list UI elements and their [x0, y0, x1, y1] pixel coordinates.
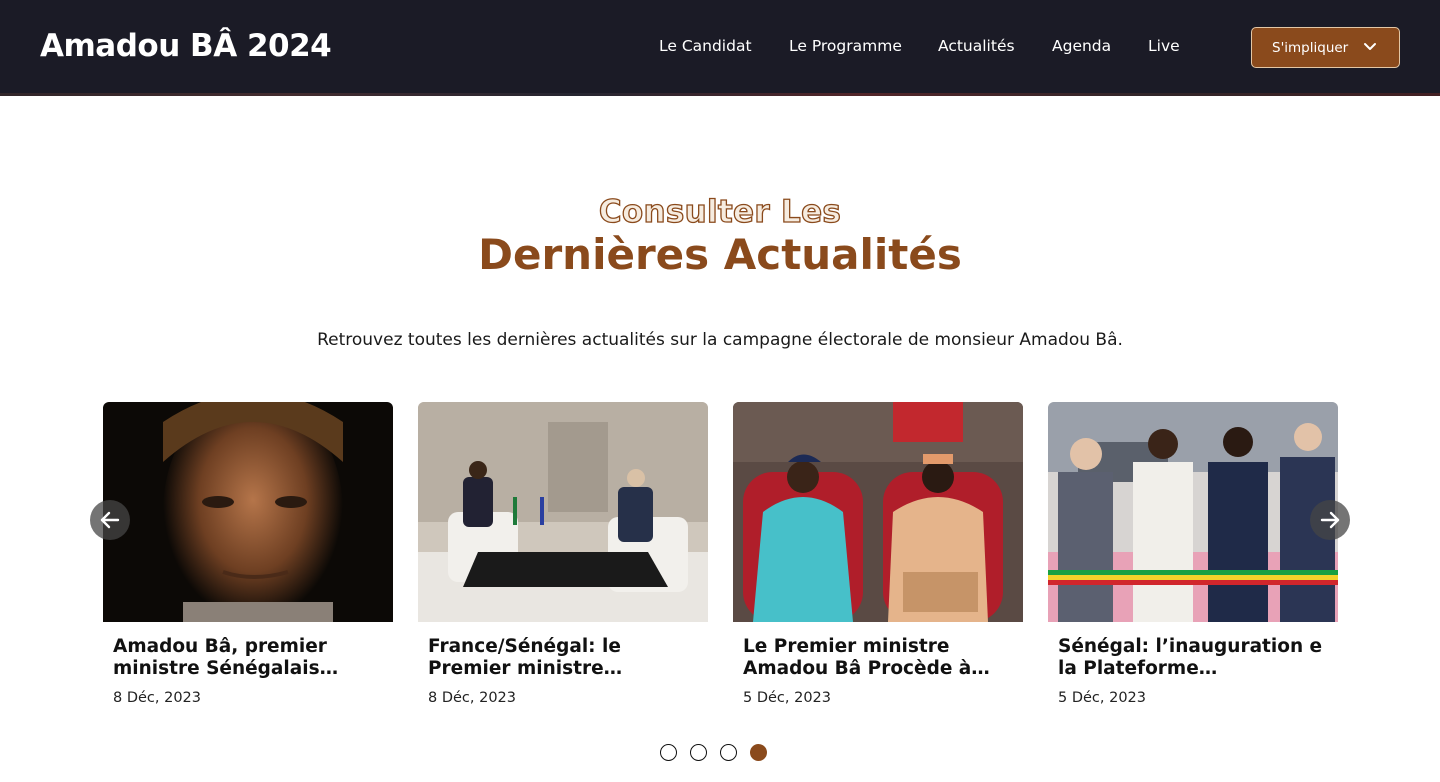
nav-link-agenda[interactable]: Agenda	[1052, 37, 1111, 55]
carousel-pagination	[660, 744, 780, 761]
news-card-image[interactable]	[1048, 402, 1338, 622]
section-lead: Retrouvez toutes les dernières actualité…	[317, 330, 1123, 350]
news-card-image[interactable]	[733, 402, 1023, 622]
news-card[interactable]: Amadou Bâ, premier ministre Sénégalais r…	[103, 402, 393, 706]
carousel-dot[interactable]	[660, 744, 677, 761]
arrow-right-icon	[1320, 511, 1340, 529]
carousel-dot[interactable]	[690, 744, 707, 761]
carousel-dot[interactable]	[750, 744, 767, 761]
main-nav: Le Candidat Le Programme Actualités Agen…	[0, 37, 1440, 59]
carousel-next-button[interactable]	[1310, 500, 1350, 540]
news-card-date: 5 Déc, 2023	[1058, 690, 1147, 706]
nav-link-live[interactable]: Live	[1148, 37, 1180, 55]
section-title: Dernières Actualités	[478, 230, 962, 279]
news-card-image[interactable]	[103, 402, 393, 622]
news-card-title[interactable]: Sénégal: l’inauguration e la Plateforme …	[1058, 636, 1328, 680]
news-card-title[interactable]: Le Premier ministre Amadou Bâ Procède à…	[743, 636, 1013, 680]
carousel-dot[interactable]	[720, 744, 737, 761]
nav-link-programme[interactable]: Le Programme	[789, 37, 902, 55]
simpliquer-dropdown-button[interactable]: S'impliquer	[1251, 27, 1400, 68]
news-card-title[interactable]: France/Sénégal: le Premier ministre Amad…	[428, 636, 698, 680]
simpliquer-label: S'impliquer	[1272, 39, 1349, 56]
news-card-image[interactable]	[418, 402, 708, 622]
section-eyebrow: Consulter Les	[598, 193, 842, 230]
site-header: Amadou BÂ 2024 Le Candidat Le Programme …	[0, 0, 1440, 96]
news-card-date: 8 Déc, 2023	[113, 690, 202, 706]
nav-link-candidat[interactable]: Le Candidat	[659, 37, 752, 55]
news-card[interactable]: Sénégal: l’inauguration e la Plateforme …	[1048, 402, 1338, 706]
header-decorative-stripe	[0, 93, 1440, 96]
carousel-prev-button[interactable]	[90, 500, 130, 540]
arrow-left-icon	[100, 511, 120, 529]
nav-link-actualites[interactable]: Actualités	[938, 37, 1015, 55]
news-card-title[interactable]: Amadou Bâ, premier ministre Sénégalais r…	[113, 636, 383, 680]
chevron-down-icon	[1364, 43, 1376, 50]
news-card-date: 8 Déc, 2023	[428, 690, 517, 706]
news-card[interactable]: France/Sénégal: le Premier ministre Amad…	[418, 402, 708, 706]
news-card-date: 5 Déc, 2023	[743, 690, 832, 706]
news-card[interactable]: Le Premier ministre Amadou Bâ Procède à……	[733, 402, 1023, 706]
